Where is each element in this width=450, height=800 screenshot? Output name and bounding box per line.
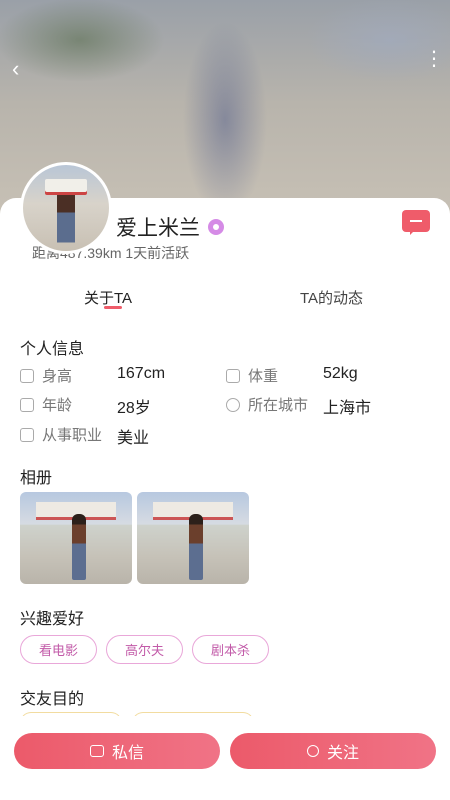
purpose-title: 交友目的: [20, 691, 85, 708]
height-label: 身高: [42, 368, 73, 385]
age-row: 年龄: [20, 394, 72, 415]
album-title: 相册: [20, 470, 53, 487]
job-label: 从事职业: [42, 427, 103, 444]
chat-bubble-icon: [89, 745, 104, 757]
chevron-left-icon[interactable]: ‹: [12, 56, 19, 82]
hobby-tag[interactable]: 看电影: [20, 635, 98, 664]
hobby-tags: 看电影 高尔夫 剧本杀: [20, 635, 270, 664]
hobby-tag[interactable]: 剧本杀: [192, 635, 270, 664]
message-icon[interactable]: [402, 210, 430, 235]
city-row: 所在城市: [226, 394, 308, 415]
height-icon: [20, 368, 34, 383]
tab-about[interactable]: 关于TA: [84, 287, 132, 308]
name-row: 爱上米兰: [116, 212, 224, 242]
message-button-label: 私信: [111, 745, 144, 762]
hobby-tag[interactable]: 高尔夫: [106, 635, 184, 664]
height-row: 身高: [20, 365, 72, 386]
briefcase-icon: [20, 427, 34, 442]
album-photo[interactable]: [137, 492, 249, 584]
location-icon: [226, 397, 240, 412]
age-label: 年龄: [42, 397, 73, 414]
tab-active-indicator: [104, 306, 122, 309]
job-row: 从事职业: [20, 424, 102, 445]
message-button[interactable]: 私信: [14, 733, 220, 769]
more-vertical-icon[interactable]: ⋮: [424, 49, 444, 69]
weight-value: 52kg: [323, 365, 358, 382]
follow-button-label: 关注: [326, 745, 359, 762]
hobbies-title: 兴趣爱好: [20, 611, 85, 628]
height-value: 167cm: [117, 365, 166, 382]
personal-info-title: 个人信息: [20, 341, 85, 358]
job-value: 美业: [117, 430, 150, 447]
city-label: 所在城市: [248, 397, 309, 414]
profile-name: 爱上米兰: [116, 217, 200, 240]
cake-icon: [20, 397, 34, 412]
weight-label: 体重: [248, 368, 279, 385]
album-photo[interactable]: [20, 492, 132, 584]
vip-badge-icon: [208, 219, 224, 235]
weight-icon: [226, 368, 240, 383]
user-add-icon: [306, 745, 319, 757]
album-photos: [20, 492, 249, 584]
city-value: 上海市: [323, 400, 372, 417]
tab-dynamics[interactable]: TA的动态: [300, 287, 363, 308]
follow-button[interactable]: 关注: [230, 733, 436, 769]
avatar[interactable]: [20, 162, 112, 254]
weight-row: 体重: [226, 365, 278, 386]
age-value: 28岁: [117, 400, 151, 417]
